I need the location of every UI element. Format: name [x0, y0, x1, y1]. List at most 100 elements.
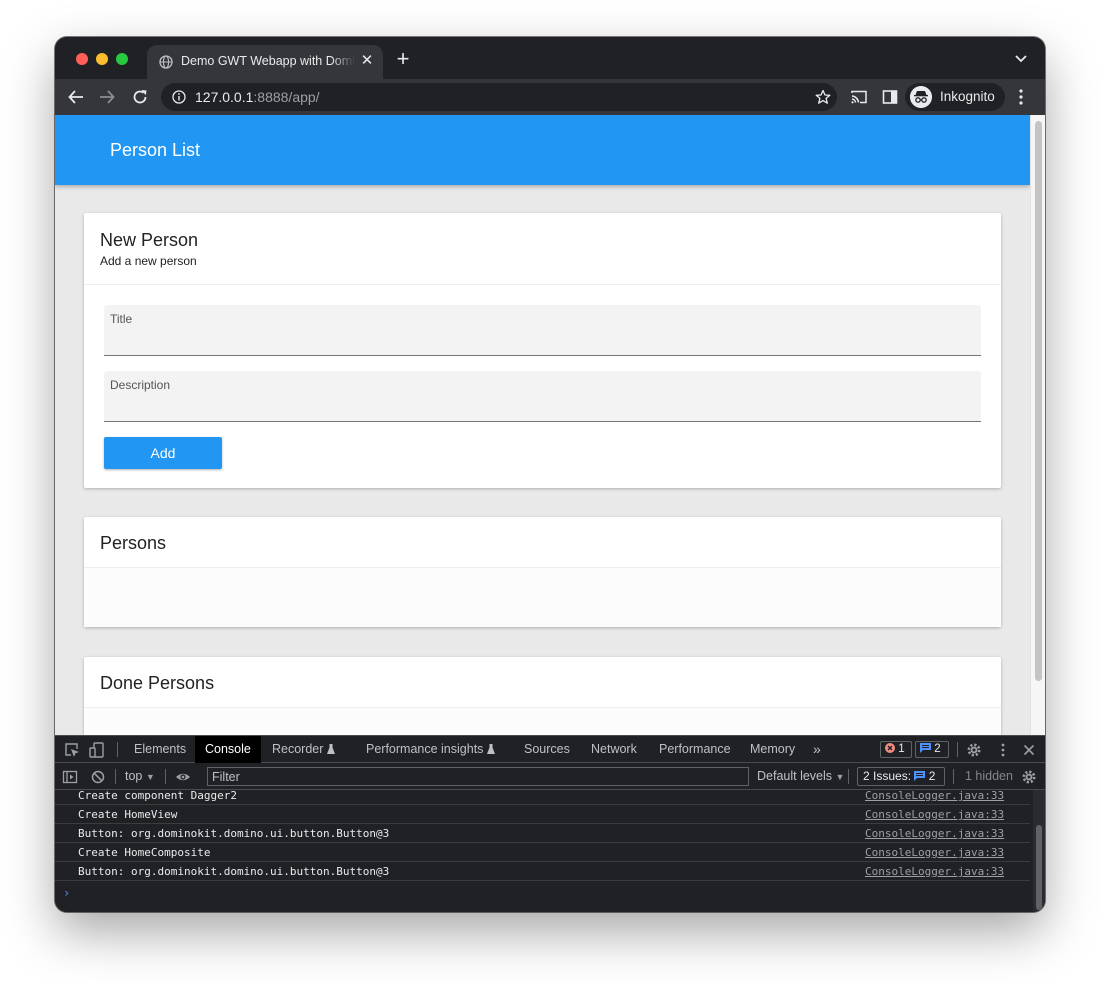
done-persons-card: Done Persons: [84, 657, 1001, 735]
dropdown-arrow-icon: ▼: [145, 772, 155, 782]
context-label: top: [125, 769, 143, 783]
app-header: Person List: [55, 115, 1030, 185]
page-viewport: Person List New Person Add a new person …: [55, 115, 1045, 735]
new-person-card: New Person Add a new person Title Descri…: [84, 213, 1001, 488]
devtools-tabbar: Elements Console Recorder Performance in…: [55, 736, 1045, 763]
tab-search-chevron-icon[interactable]: [1013, 53, 1029, 65]
cast-icon[interactable]: [850, 89, 868, 105]
url-host: 127.0.0.1: [195, 89, 254, 105]
incognito-icon: [910, 86, 932, 108]
context-selector[interactable]: top ▼: [125, 769, 155, 783]
settings-gear-icon[interactable]: [966, 742, 982, 758]
console-output: Create component Dagger2 ConsoleLogger.j…: [55, 790, 1033, 912]
done-persons-list: [84, 708, 1001, 735]
description-field[interactable]: Description: [104, 371, 981, 422]
close-devtools-icon[interactable]: [1021, 742, 1037, 758]
live-expression-eye-icon[interactable]: [175, 769, 191, 785]
info-icon[interactable]: [172, 90, 186, 104]
tab-close-icon[interactable]: ✕: [359, 53, 375, 69]
log-source-link[interactable]: ConsoleLogger.java:33: [865, 865, 1004, 878]
toolbar-divider: [957, 742, 958, 757]
page-scrollbar[interactable]: [1030, 115, 1045, 735]
more-tabs-icon[interactable]: »: [813, 736, 821, 763]
toolbar-divider: [115, 769, 116, 784]
add-button[interactable]: Add: [104, 437, 222, 469]
show-sidebar-icon[interactable]: [62, 769, 78, 785]
browser-menu-icon[interactable]: [1013, 88, 1029, 106]
message-icon: [920, 743, 931, 753]
close-window-button[interactable]: [76, 53, 88, 65]
log-source-link[interactable]: ConsoleLogger.java:33: [865, 846, 1004, 859]
persons-card-header: Persons: [84, 517, 1001, 568]
log-source-link[interactable]: ConsoleLogger.java:33: [865, 790, 1004, 802]
issues-count: 2: [928, 769, 936, 783]
log-levels-label: Default levels: [757, 769, 833, 783]
error-count-badge[interactable]: 1: [880, 741, 912, 758]
reload-icon[interactable]: [131, 88, 149, 106]
persons-list: [84, 568, 1001, 627]
app-title: Person List: [110, 140, 201, 160]
description-field-label: Description: [110, 378, 171, 392]
persons-title: Persons: [100, 533, 167, 553]
new-person-subtitle: Add a new person: [100, 254, 197, 268]
title-field-label: Title: [110, 312, 133, 326]
maximize-window-button[interactable]: [116, 53, 128, 65]
new-tab-button[interactable]: +: [393, 48, 413, 70]
url-path: :8888/app/: [253, 89, 320, 105]
back-arrow-icon[interactable]: [67, 88, 85, 106]
log-source-link[interactable]: ConsoleLogger.java:33: [865, 808, 1004, 821]
console-scrollbar-thumb[interactable]: [1036, 825, 1042, 910]
minimize-window-button[interactable]: [96, 53, 108, 65]
address-bar[interactable]: 127.0.0.1:8888/app/: [161, 83, 837, 111]
log-source-link[interactable]: ConsoleLogger.java:33: [865, 827, 1004, 840]
log-row: Button: org.dominokit.domino.ui.button.B…: [55, 824, 1030, 843]
inspect-element-icon[interactable]: [64, 742, 80, 758]
devtools-tab-performance-insights[interactable]: Performance insights: [366, 736, 496, 763]
performance-insights-label: Performance insights: [366, 742, 484, 756]
incognito-profile-button[interactable]: Inkognito: [905, 83, 1005, 111]
title-input[interactable]: [110, 331, 970, 351]
browser-window: Demo GWT Webapp with Domino ✕ + 127.0.0.…: [55, 37, 1045, 912]
log-row: Create component Dagger2 ConsoleLogger.j…: [55, 790, 1030, 805]
devtools-tab-recorder[interactable]: Recorder: [272, 736, 336, 763]
devtools-tab-sources[interactable]: Sources: [524, 736, 570, 763]
error-count: 1: [898, 743, 905, 755]
log-levels-dropdown[interactable]: Default levels ▼: [757, 769, 844, 783]
devtools-menu-icon[interactable]: [995, 742, 1011, 758]
devtools-tab-console[interactable]: Console: [195, 736, 261, 763]
devtools-tab-memory[interactable]: Memory: [750, 736, 795, 763]
toolbar-divider: [848, 769, 849, 784]
browser-toolbar: 127.0.0.1:8888/app/ Inkognito: [55, 79, 1045, 115]
log-row: Button: org.dominokit.domino.ui.button.B…: [55, 862, 1030, 881]
browser-tab-active[interactable]: Demo GWT Webapp with Domino ✕: [147, 45, 383, 79]
side-panel-icon[interactable]: [882, 89, 898, 105]
issues-message-icon: [914, 771, 926, 781]
experiment-flask-icon: [327, 744, 336, 754]
description-input[interactable]: [110, 397, 970, 417]
issues-button[interactable]: 2 Issues: 2: [857, 767, 945, 786]
devtools-tab-network[interactable]: Network: [591, 736, 637, 763]
console-filter-input[interactable]: [207, 767, 749, 786]
device-toolbar-icon[interactable]: [89, 742, 105, 758]
persons-card: Persons: [84, 517, 1001, 627]
forward-arrow-icon[interactable]: [98, 88, 116, 106]
title-field[interactable]: Title: [104, 305, 981, 356]
devtools-panel: Elements Console Recorder Performance in…: [55, 735, 1045, 912]
console-toolbar: top ▼ Default levels ▼ 2 Issues: 2 1 h: [55, 763, 1045, 790]
page-scrollbar-thumb[interactable]: [1035, 121, 1042, 681]
log-message: Create component Dagger2: [78, 790, 237, 802]
bookmark-star-icon[interactable]: [815, 89, 831, 105]
error-icon: [885, 743, 895, 753]
console-prompt[interactable]: ›: [63, 886, 70, 900]
experiment-flask-icon: [487, 744, 496, 754]
message-count-badge[interactable]: 2: [915, 741, 949, 758]
log-message: Create HomeComposite: [78, 846, 211, 859]
clear-console-icon[interactable]: [90, 769, 106, 785]
console-scrollbar[interactable]: [1033, 790, 1045, 912]
profile-label: Inkognito: [940, 89, 995, 104]
log-message: Button: org.dominokit.domino.ui.button.B…: [78, 827, 390, 840]
console-settings-gear-icon[interactable]: [1021, 769, 1037, 785]
devtools-tab-performance[interactable]: Performance: [659, 736, 731, 763]
devtools-tab-elements[interactable]: Elements: [134, 736, 186, 763]
recorder-label: Recorder: [272, 742, 324, 756]
